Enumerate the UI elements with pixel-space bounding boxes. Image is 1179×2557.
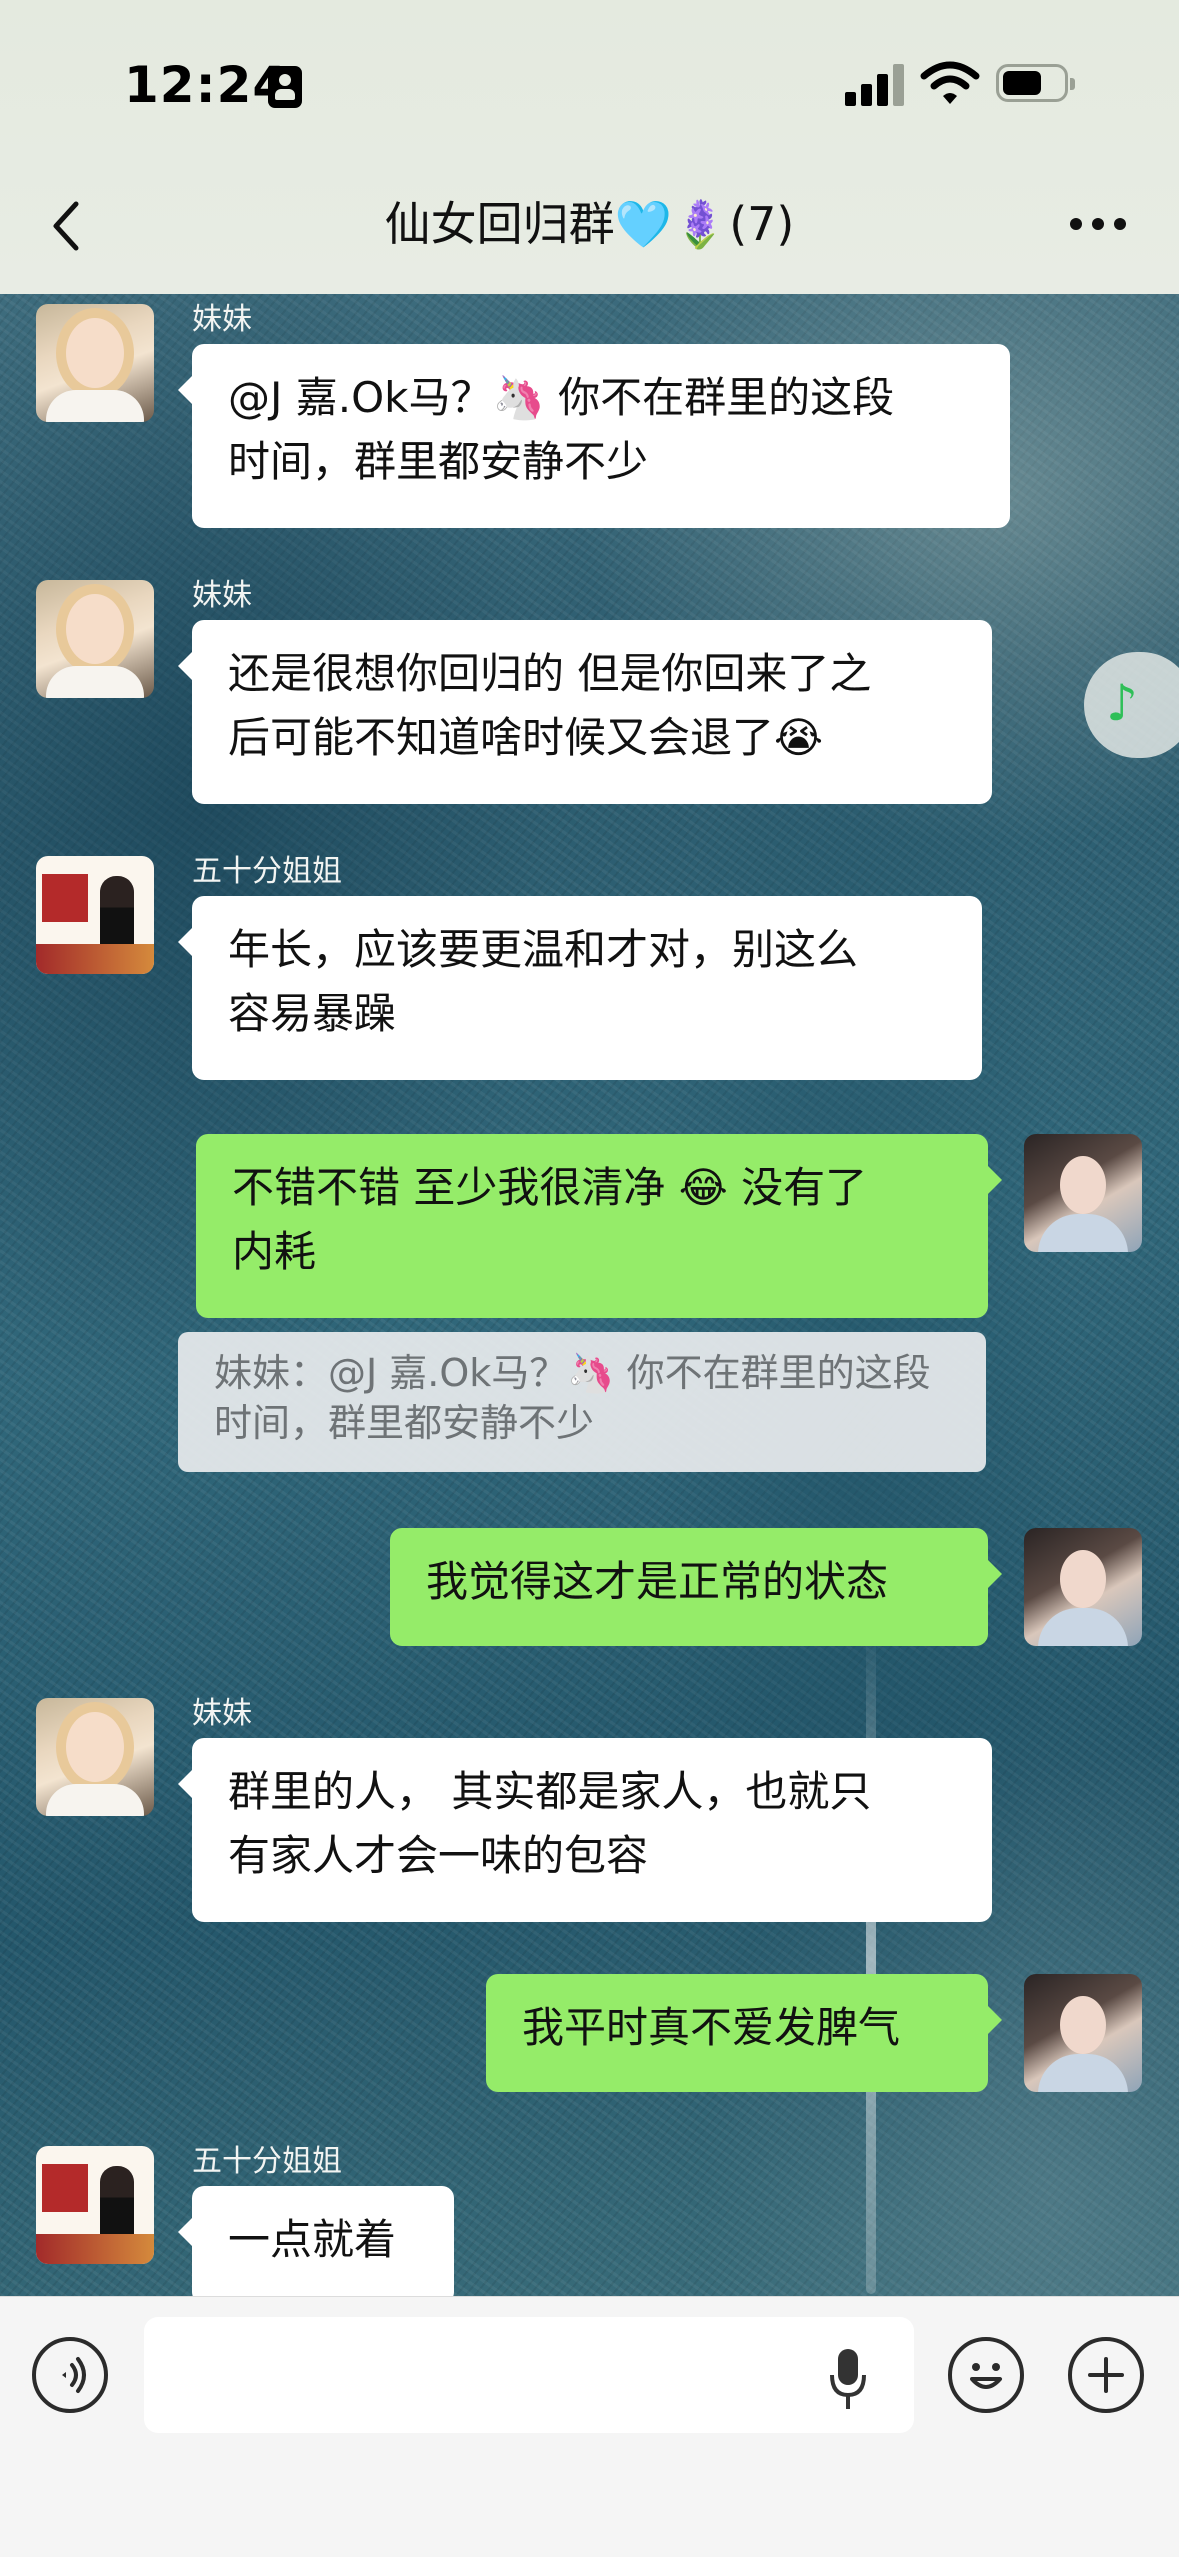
avatar[interactable] bbox=[36, 1698, 154, 1816]
add-attachment-icon[interactable] bbox=[1068, 2337, 1144, 2413]
my-avatar[interactable] bbox=[1024, 1974, 1142, 2092]
top-bar: 12:24 仙女回归群🩵🪻(7) bbox=[0, 0, 1179, 294]
input-bar bbox=[0, 2296, 1179, 2557]
contact-card-icon bbox=[268, 66, 302, 108]
my-message-bubble[interactable]: 不错不错 至少我很清净 😂 没有了 内耗 bbox=[196, 1134, 1002, 1318]
my-avatar[interactable] bbox=[1024, 1134, 1142, 1252]
emoji-icon[interactable] bbox=[948, 2337, 1024, 2413]
avatar[interactable] bbox=[36, 304, 154, 422]
more-options-icon[interactable] bbox=[1070, 218, 1126, 234]
message-bubble[interactable]: 群里的人， 其实都是家人，也就只 有家人才会一味的包容 bbox=[178, 1738, 992, 1922]
floating-music-button[interactable]: ♪ bbox=[1084, 652, 1179, 758]
music-note-icon: ♪ bbox=[1106, 674, 1138, 732]
my-message-bubble[interactable]: 我觉得这才是正常的状态 bbox=[390, 1528, 1002, 1646]
message-bubble[interactable]: 一点就着 bbox=[178, 2186, 454, 2296]
sender-name: 妹妹 bbox=[192, 302, 252, 337]
my-avatar[interactable] bbox=[1024, 1528, 1142, 1646]
chat-history[interactable]: 妹妹 @J 嘉.Ok马？🦄 你不在群里的这段 时间，群里都安静不少 妹妹 还是很… bbox=[0, 294, 1179, 2296]
microphone-icon[interactable] bbox=[828, 2345, 868, 2415]
quoted-message[interactable]: 妹妹：@J 嘉.Ok马？🦄 你不在群里的这段 时间，群里都安静不少 bbox=[178, 1332, 986, 1472]
my-message-bubble[interactable]: 我平时真不爱发脾气 bbox=[486, 1974, 1002, 2092]
cellular-signal-icon bbox=[845, 62, 905, 106]
message-input[interactable] bbox=[144, 2317, 914, 2433]
background-texture bbox=[866, 1624, 876, 2294]
avatar[interactable] bbox=[36, 580, 154, 698]
message-bubble[interactable]: @J 嘉.Ok马？🦄 你不在群里的这段 时间，群里都安静不少 bbox=[178, 344, 1010, 528]
chat-title: 仙女回归群🩵🪻(7) bbox=[384, 197, 795, 251]
message-bubble[interactable]: 年长，应该要更温和才对，别这么 容易暴躁 bbox=[178, 896, 982, 1080]
sender-name: 妹妹 bbox=[192, 1696, 252, 1731]
battery-icon bbox=[996, 64, 1075, 102]
sender-name: 妹妹 bbox=[192, 578, 252, 613]
sender-name: 五十分姐姐 bbox=[192, 2144, 342, 2179]
wifi-icon bbox=[920, 61, 980, 104]
message-bubble[interactable]: 还是很想你回归的 但是你回来了之 后可能不知道啥时候又会退了😭 bbox=[178, 620, 992, 804]
avatar[interactable] bbox=[36, 856, 154, 974]
status-time: 12:24 bbox=[124, 56, 289, 114]
avatar[interactable] bbox=[36, 2146, 154, 2264]
voice-input-icon[interactable] bbox=[32, 2337, 108, 2413]
sender-name: 五十分姐姐 bbox=[192, 854, 342, 889]
